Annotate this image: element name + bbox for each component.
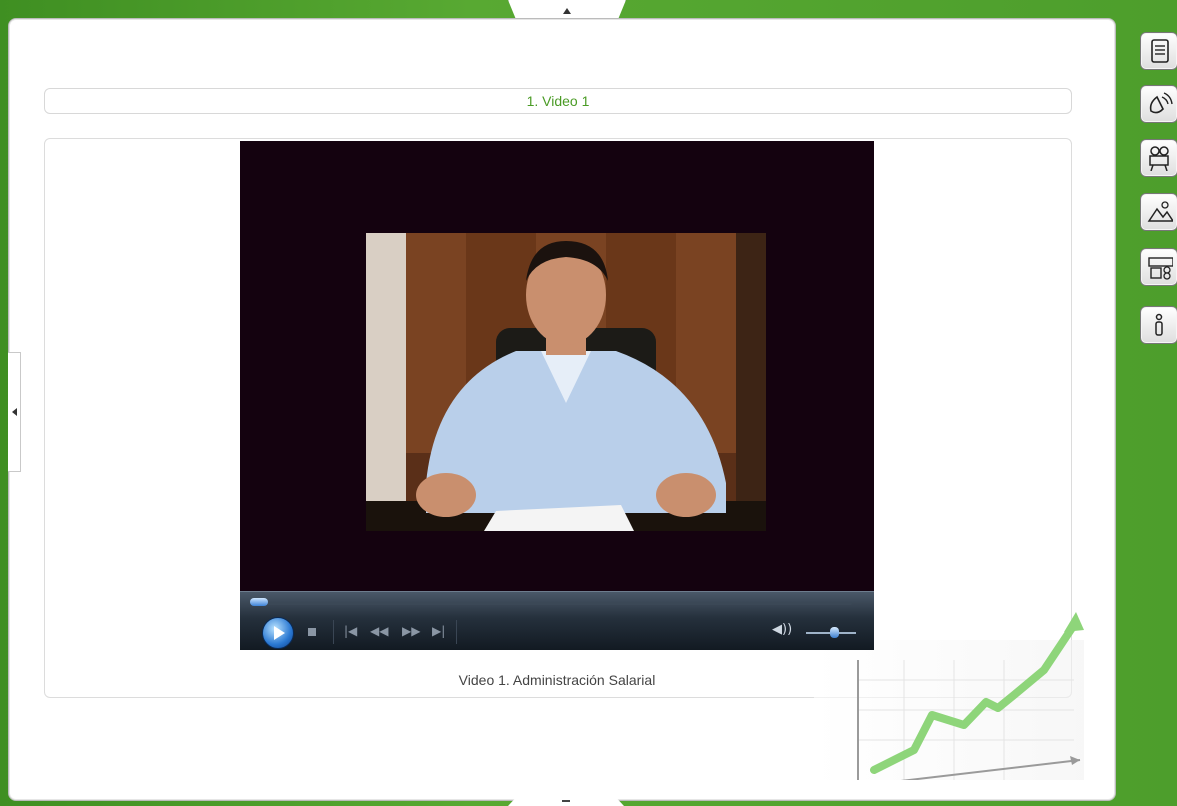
info-icon [1155, 313, 1163, 336]
play-icon [274, 626, 285, 640]
rewind-button[interactable]: ◀◀ [370, 624, 388, 638]
audio-icon [1149, 92, 1173, 114]
arrow-left-icon [11, 408, 17, 416]
section-title: 1. Video 1 [526, 93, 590, 109]
volume-handle[interactable] [829, 627, 839, 638]
video-frame[interactable] [366, 233, 766, 531]
video-button[interactable] [1140, 139, 1177, 177]
previous-track-button[interactable]: |◀ [344, 624, 357, 638]
seek-bar[interactable] [250, 602, 852, 605]
fast-forward-button[interactable]: ▶▶ [402, 624, 420, 638]
control-divider [456, 620, 457, 644]
document-icon [1151, 39, 1169, 63]
bottom-nav-tab[interactable] [508, 796, 624, 806]
video-thumbnail-image [366, 233, 766, 531]
document-button[interactable] [1140, 32, 1177, 70]
gamepad-icon [1148, 257, 1173, 280]
image-button[interactable] [1140, 193, 1177, 231]
game-button[interactable] [1140, 248, 1177, 286]
video-caption: Video 1. Administración Salarial [458, 672, 656, 688]
image-icon [1147, 201, 1173, 222]
video-camera-icon [1149, 146, 1169, 171]
audio-button[interactable] [1140, 85, 1177, 123]
arrow-up-icon [563, 8, 571, 14]
next-track-button[interactable]: ▶| [432, 624, 445, 638]
volume-icon[interactable]: ◀)) [772, 622, 792, 637]
play-button[interactable] [262, 617, 294, 649]
info-button[interactable] [1140, 306, 1177, 344]
seek-handle[interactable] [250, 598, 268, 606]
minus-icon [562, 800, 570, 802]
left-nav-tab[interactable] [8, 352, 21, 472]
control-divider [333, 620, 334, 644]
section-title-bar: 1. Video 1 [44, 88, 1072, 114]
stop-button[interactable] [308, 628, 316, 636]
video-player[interactable]: |◀ ◀◀ ▶▶ ▶| ◀)) [240, 141, 874, 650]
player-controls: |◀ ◀◀ ▶▶ ▶| ◀)) [240, 591, 874, 650]
